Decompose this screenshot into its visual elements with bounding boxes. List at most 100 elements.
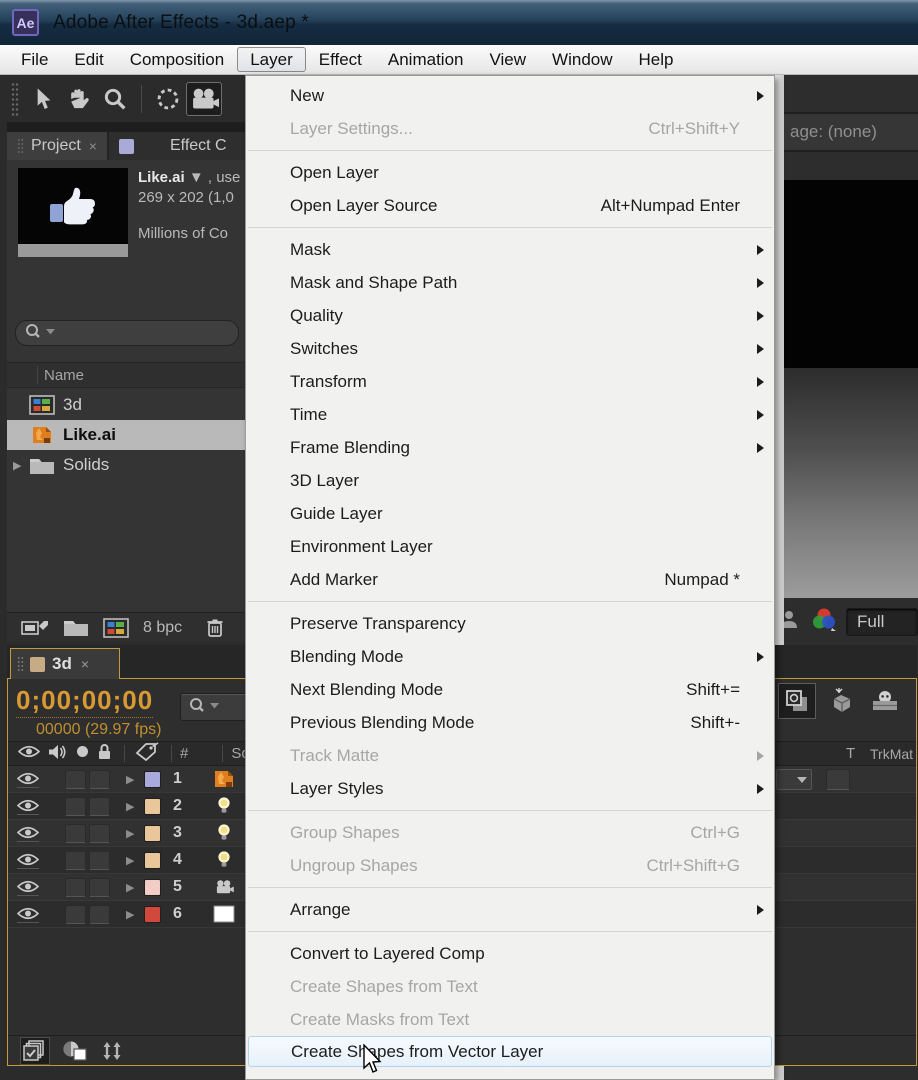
bit-depth-button[interactable]: 8 bpc bbox=[143, 619, 182, 637]
solo-switch-well[interactable] bbox=[89, 904, 110, 924]
project-search-field[interactable] bbox=[15, 320, 239, 346]
menubar-item-composition[interactable]: Composition bbox=[117, 45, 238, 74]
frame-blending-button[interactable] bbox=[910, 683, 918, 719]
layer-visibility-toggle[interactable] bbox=[17, 879, 39, 896]
menu-item-guide-layer[interactable]: Guide Layer bbox=[246, 497, 774, 530]
menu-item-frame-blending[interactable]: Frame Blending bbox=[246, 431, 774, 464]
solo-switch-well[interactable] bbox=[89, 796, 110, 816]
audio-switch-well[interactable] bbox=[65, 823, 86, 843]
panel-grip[interactable] bbox=[17, 138, 24, 154]
layer-expander-icon[interactable]: ▶ bbox=[126, 800, 138, 813]
toolbar-grip[interactable] bbox=[11, 82, 19, 116]
new-folder-button[interactable] bbox=[63, 618, 89, 637]
blend-mode-dropdown[interactable] bbox=[776, 769, 812, 790]
solo-switch-well[interactable] bbox=[89, 769, 110, 789]
menu-item-group-shapes[interactable]: Group Shapes Ctrl+G bbox=[246, 816, 774, 849]
layer-expander-icon[interactable]: ▶ bbox=[126, 827, 138, 840]
expander-arrow-icon[interactable]: ▶ bbox=[13, 459, 27, 472]
menu-item-3d-layer[interactable]: 3D Layer bbox=[246, 464, 774, 497]
menu-item-convert-to-layered-comp[interactable]: Convert to Layered Comp bbox=[246, 937, 774, 970]
menu-item-time[interactable]: Time bbox=[246, 398, 774, 431]
selection-tool[interactable] bbox=[25, 82, 61, 116]
menu-item-track-matte[interactable]: Track Matte bbox=[246, 739, 774, 772]
menu-item-previous-blending-mode[interactable]: Previous Blending Mode Shift+- bbox=[246, 706, 774, 739]
menubar-item-animation[interactable]: Animation bbox=[375, 45, 477, 74]
menubar-item-window[interactable]: Window bbox=[539, 45, 625, 74]
layer-expander-icon[interactable]: ▶ bbox=[126, 908, 138, 921]
menu-item-transform[interactable]: Transform bbox=[246, 365, 774, 398]
lock-icon[interactable] bbox=[97, 743, 112, 760]
menubar-item-edit[interactable]: Edit bbox=[61, 45, 116, 74]
expand-columns-button[interactable] bbox=[100, 1040, 124, 1062]
layer-expander-icon[interactable]: ▶ bbox=[126, 881, 138, 894]
transfer-controls-button[interactable] bbox=[62, 1040, 88, 1062]
interpret-footage-button[interactable] bbox=[21, 618, 49, 638]
menu-item-create-masks-from-text[interactable]: Create Masks from Text bbox=[246, 1003, 774, 1036]
draft-3d-button[interactable] bbox=[822, 683, 860, 719]
trkmat-well[interactable] bbox=[826, 769, 850, 790]
solo-switch-well[interactable] bbox=[89, 850, 110, 870]
timeline-tab-close[interactable]: × bbox=[81, 656, 89, 672]
solo-icon[interactable] bbox=[76, 745, 89, 758]
layer-label-color[interactable] bbox=[144, 824, 161, 842]
footage-viewer-tab[interactable]: age: (none) bbox=[784, 112, 918, 152]
footage-name[interactable]: Like.ai bbox=[138, 169, 185, 186]
solo-switch-well[interactable] bbox=[89, 823, 110, 843]
menu-item-open-layer-source[interactable]: Open Layer Source Alt+Numpad Enter bbox=[246, 189, 774, 222]
menu-item-create-shapes-from-text[interactable]: Create Shapes from Text bbox=[246, 970, 774, 1003]
resolution-dropdown[interactable]: Full bbox=[846, 607, 918, 636]
panel-grip[interactable] bbox=[17, 656, 24, 672]
menu-item-environment-layer[interactable]: Environment Layer bbox=[246, 530, 774, 563]
shy-layers-button[interactable] bbox=[866, 683, 904, 719]
camera-tool[interactable] bbox=[186, 82, 222, 116]
menu-item-add-marker[interactable]: Add Marker Numpad * bbox=[246, 563, 774, 596]
menu-item-ungroup-shapes[interactable]: Ungroup Shapes Ctrl+Shift+G bbox=[246, 849, 774, 882]
trash-button[interactable] bbox=[206, 618, 224, 638]
current-time-display[interactable]: 0;00;00;00 bbox=[16, 685, 154, 718]
live-update-button[interactable] bbox=[778, 683, 816, 719]
audio-switch-well[interactable] bbox=[65, 877, 86, 897]
layer-visibility-toggle[interactable] bbox=[17, 825, 39, 842]
audio-switch-well[interactable] bbox=[65, 796, 86, 816]
layer-label-color[interactable] bbox=[144, 878, 161, 896]
menubar-item-file[interactable]: File bbox=[8, 45, 61, 74]
t-column[interactable]: T bbox=[846, 745, 855, 762]
menubar-item-effect[interactable]: Effect bbox=[306, 45, 375, 74]
rotate-tool[interactable] bbox=[150, 82, 186, 116]
layer-visibility-toggle[interactable] bbox=[17, 798, 39, 815]
layer-label-color[interactable] bbox=[144, 851, 161, 869]
name-column-header[interactable]: Name bbox=[44, 367, 84, 384]
menu-item-switches[interactable]: Switches bbox=[246, 332, 774, 365]
solo-switch-well[interactable] bbox=[89, 877, 110, 897]
menu-item-next-blending-mode[interactable]: Next Blending Mode Shift+= bbox=[246, 673, 774, 706]
tab-project[interactable]: Project × bbox=[7, 132, 107, 160]
audio-switch-well[interactable] bbox=[65, 850, 86, 870]
layer-visibility-toggle[interactable] bbox=[17, 771, 39, 788]
trkmat-column[interactable]: TrkMat bbox=[870, 746, 913, 762]
menubar-item-help[interactable]: Help bbox=[626, 45, 687, 74]
layer-expander-icon[interactable]: ▶ bbox=[126, 773, 138, 786]
audio-switch-well[interactable] bbox=[65, 769, 86, 789]
rgb-wheels-icon[interactable] bbox=[810, 606, 838, 632]
layer-label-color[interactable] bbox=[144, 905, 161, 923]
layer-expander-icon[interactable]: ▶ bbox=[126, 854, 138, 867]
blend-visibility-button[interactable] bbox=[20, 1036, 50, 1065]
menu-item-arrange[interactable]: Arrange bbox=[246, 893, 774, 926]
eye-icon[interactable] bbox=[18, 744, 40, 759]
label-tag-icon[interactable] bbox=[135, 742, 159, 761]
menu-item-new[interactable]: New bbox=[246, 79, 774, 112]
menu-item-quality[interactable]: Quality bbox=[246, 299, 774, 332]
menu-item-layer-styles[interactable]: Layer Styles bbox=[246, 772, 774, 805]
zoom-tool[interactable] bbox=[97, 82, 133, 116]
hand-tool[interactable] bbox=[61, 82, 97, 116]
speaker-icon[interactable] bbox=[48, 744, 68, 760]
menu-item-preserve-transparency[interactable]: Preserve Transparency bbox=[246, 607, 774, 640]
menu-item-mask[interactable]: Mask bbox=[246, 233, 774, 266]
footage-thumbnail[interactable] bbox=[18, 168, 128, 257]
menubar-item-layer[interactable]: Layer bbox=[237, 47, 306, 72]
viewer-canvas-gradient[interactable] bbox=[784, 368, 918, 598]
layer-label-color[interactable] bbox=[144, 797, 161, 815]
menu-item-mask-and-shape-path[interactable]: Mask and Shape Path bbox=[246, 266, 774, 299]
menu-item-create-shapes-from-vector-layer[interactable]: Create Shapes from Vector Layer bbox=[248, 1036, 772, 1067]
menu-item-open-layer[interactable]: Open Layer bbox=[246, 156, 774, 189]
